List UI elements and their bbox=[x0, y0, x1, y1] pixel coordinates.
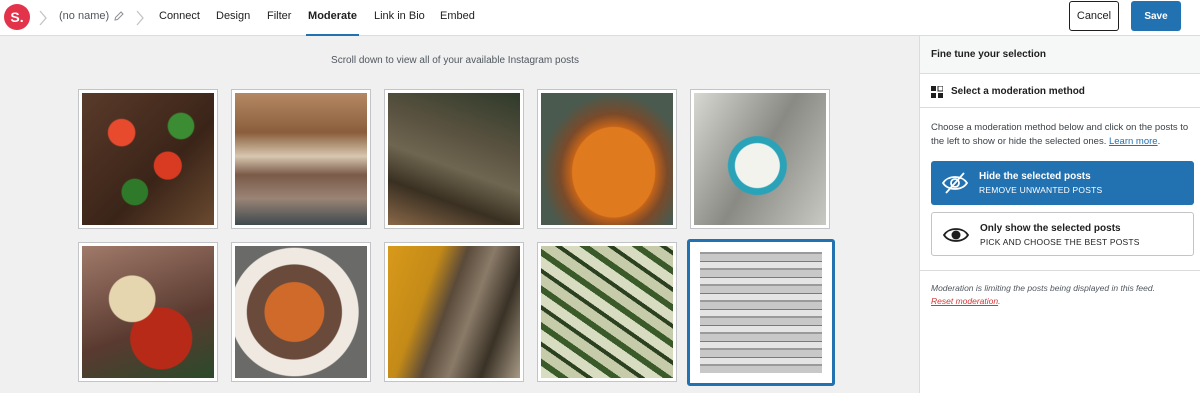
moderation-note: Moderation is limiting the posts being d… bbox=[931, 283, 1155, 306]
note-text: Moderation is limiting the posts being d… bbox=[931, 283, 1155, 293]
save-button[interactable]: Save bbox=[1131, 1, 1181, 31]
sidebar-header: Fine tune your selection bbox=[920, 36, 1200, 74]
only-show-selected-option[interactable]: Only show the selected posts PICK AND CH… bbox=[931, 212, 1194, 256]
chevron-right-icon bbox=[135, 9, 145, 27]
post-tile[interactable] bbox=[690, 89, 830, 229]
eye-icon bbox=[942, 221, 970, 249]
post-tile[interactable] bbox=[78, 89, 218, 229]
post-image bbox=[235, 246, 367, 378]
reset-moderation-link[interactable]: Reset moderation bbox=[931, 296, 998, 306]
post-tile[interactable] bbox=[384, 89, 524, 229]
option-subtitle: PICK AND CHOOSE THE BEST POSTS bbox=[980, 237, 1140, 247]
post-image bbox=[82, 93, 214, 225]
post-image bbox=[700, 252, 822, 373]
moderation-description: Choose a moderation method below and cli… bbox=[931, 122, 1189, 147]
tab-embed[interactable]: Embed bbox=[440, 0, 475, 36]
chevron-right-icon bbox=[38, 9, 48, 27]
post-tile[interactable] bbox=[78, 242, 218, 382]
grid-icon bbox=[931, 85, 944, 98]
option-subtitle: REMOVE UNWANTED POSTS bbox=[979, 185, 1103, 195]
tab-moderate[interactable]: Moderate bbox=[306, 0, 359, 36]
tab-design[interactable]: Design bbox=[216, 0, 250, 36]
post-tile-selected[interactable] bbox=[687, 239, 835, 386]
tab-link-in-bio[interactable]: Link in Bio bbox=[374, 0, 425, 36]
post-tile[interactable] bbox=[384, 242, 524, 382]
post-tile[interactable] bbox=[537, 89, 677, 229]
post-tile[interactable] bbox=[231, 89, 371, 229]
post-image bbox=[82, 246, 214, 378]
moderation-method-label: Select a moderation method bbox=[951, 86, 1085, 97]
post-image bbox=[541, 246, 673, 378]
post-tile[interactable] bbox=[231, 242, 371, 382]
post-image bbox=[235, 93, 367, 225]
post-image bbox=[388, 246, 520, 378]
tab-connect[interactable]: Connect bbox=[159, 0, 200, 36]
post-image bbox=[388, 93, 520, 225]
tab-filter[interactable]: Filter bbox=[267, 0, 291, 36]
post-image bbox=[541, 93, 673, 225]
hide-selected-option[interactable]: Hide the selected posts REMOVE UNWANTED … bbox=[931, 161, 1194, 205]
moderation-sidebar: Fine tune your selection Select a modera… bbox=[919, 36, 1200, 393]
eye-slash-icon bbox=[941, 169, 969, 197]
sidebar-title: Fine tune your selection bbox=[931, 49, 1047, 60]
option-title: Hide the selected posts bbox=[979, 171, 1091, 182]
moderation-method-section[interactable]: Select a moderation method bbox=[920, 74, 1200, 108]
pencil-icon[interactable] bbox=[113, 9, 125, 21]
option-title: Only show the selected posts bbox=[980, 223, 1121, 234]
top-bar: S. (no name) Connect Design Filter Moder… bbox=[0, 0, 1200, 36]
post-image bbox=[694, 93, 826, 225]
learn-more-link[interactable]: Learn more bbox=[1109, 136, 1158, 147]
feed-name: (no name) bbox=[59, 10, 110, 22]
logo[interactable]: S. bbox=[4, 4, 30, 30]
sidebar-divider bbox=[920, 270, 1200, 271]
post-tile[interactable] bbox=[537, 242, 677, 382]
scroll-hint: Scroll down to view all of your availabl… bbox=[331, 55, 579, 66]
cancel-button[interactable]: Cancel bbox=[1069, 1, 1119, 31]
